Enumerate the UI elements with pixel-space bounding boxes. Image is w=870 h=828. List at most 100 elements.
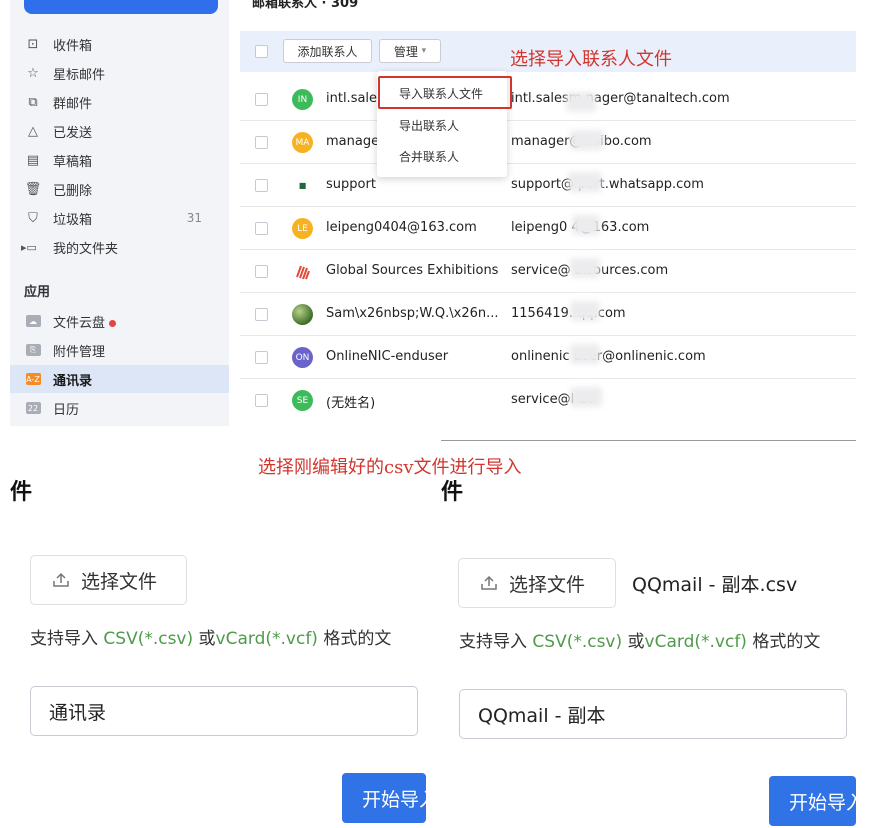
row-checkbox[interactable] — [255, 351, 268, 364]
table-row[interactable]: MA manage manager@ ssibo.com — [240, 121, 856, 164]
contacts-icon: A-Z — [25, 373, 41, 385]
redaction-blur — [570, 258, 600, 278]
table-row[interactable]: Sam\x26nbsp;W.Q.\x26n... 1156419. qq.com — [240, 293, 856, 336]
hint-prefix: 支持导入 — [459, 632, 533, 652]
table-row[interactable]: ON OnlineNIC-enduser onlinenic user@onli… — [240, 336, 856, 379]
trash-icon: 🗑 — [24, 181, 42, 197]
drafts-icon: ▤ — [26, 152, 40, 168]
highlight-box — [378, 76, 512, 109]
sidebar-item-label: 群邮件 — [53, 96, 93, 112]
choose-file-label: 选择文件 — [81, 570, 158, 593]
contact-name: support — [326, 177, 376, 192]
contact-name: intl.sales — [326, 91, 384, 106]
right-group-name-input[interactable]: QQmail - 副本 — [459, 689, 847, 739]
left-choose-file-button[interactable]: 选择文件 — [30, 555, 187, 605]
left-format-hint: 支持导入 CSV(*.csv) 或vCard(*.vcf) 格式的文 — [30, 624, 428, 649]
contact-name: manage — [326, 134, 380, 149]
hint-or: 或 — [193, 629, 216, 649]
avatar: IN — [292, 89, 313, 110]
sidebar-item-label: 我的文件夹 — [53, 241, 119, 257]
compose-button[interactable] — [24, 0, 218, 14]
sidebar-item-sent[interactable]: △ 已发送 — [10, 117, 229, 145]
sidebar-item-cloud-drive[interactable]: ☁ 文件云盘 — [10, 307, 229, 335]
spam-count: 31 — [186, 211, 202, 225]
menu-item-export-contacts[interactable]: 导出联系人 — [399, 117, 459, 134]
sidebar-item-deleted[interactable]: 🗑 已删除 — [10, 175, 229, 203]
group-mail-icon: ⧉ — [28, 94, 38, 110]
sidebar-item-starred[interactable]: ☆ 星标邮件 — [10, 59, 229, 87]
contact-name: (无姓名) — [326, 396, 376, 411]
annotation-select-import: 选择导入联系人文件 — [510, 49, 672, 70]
calendar-icon: 22 — [24, 399, 42, 417]
table-row[interactable]: Global Sources Exhibitions service@ also… — [240, 250, 856, 293]
right-choose-file-button[interactable]: 选择文件 — [458, 558, 616, 608]
sidebar-item-label: 垃圾箱 — [53, 212, 93, 228]
upload-icon — [51, 571, 71, 589]
avatar: MA — [292, 132, 313, 153]
sidebar: ⊡ 收件箱 ☆ 星标邮件 ⧉ 群邮件 △ 已发送 ▤ 草稿箱 🗑 已删除 ⛉ 垃… — [10, 0, 229, 426]
row-checkbox[interactable] — [255, 308, 268, 321]
table-row[interactable]: ■ support support@ port.whatsapp.com — [240, 164, 856, 207]
sidebar-item-drafts[interactable]: ▤ 草稿箱 — [10, 146, 229, 174]
table-row[interactable]: IN intl.sales intl.salesm nager@tanaltec… — [240, 78, 856, 121]
left-group-name-input[interactable]: 通讯录 — [30, 686, 418, 736]
hint-prefix: 支持导入 — [30, 629, 104, 649]
sidebar-item-calendar[interactable]: 22 日历 — [10, 394, 229, 422]
star-icon: ☆ — [27, 65, 39, 81]
select-all-checkbox[interactable] — [255, 45, 268, 58]
avatar: SE — [292, 390, 313, 411]
table-row[interactable]: SE (无姓名) service@l de — [240, 379, 856, 422]
manage-button[interactable]: 管理 ▾ — [379, 39, 441, 63]
right-start-import-button[interactable]: 开始导入 — [769, 776, 856, 826]
row-checkbox[interactable] — [255, 93, 268, 106]
avatar: ■ — [292, 175, 313, 196]
sidebar-item-spam[interactable]: ⛉ 垃圾箱 31 — [10, 204, 229, 232]
hint-or: 或 — [622, 632, 645, 652]
row-checkbox[interactable] — [255, 222, 268, 235]
annotation-select-csv: 选择刚编辑好的csv文件进行导入 — [258, 457, 522, 478]
row-checkbox[interactable] — [255, 394, 268, 407]
csv-format-text: CSV(*.csv) — [532, 632, 623, 652]
sidebar-item-my-folders[interactable]: ▸▭ 我的文件夹 — [10, 233, 229, 261]
sidebar-item-label: 已发送 — [53, 125, 93, 141]
spam-icon: ⛉ — [28, 210, 38, 226]
redaction-blur — [568, 172, 602, 192]
sidebar-item-label: 附件管理 — [53, 344, 106, 360]
table-row[interactable]: LE leipeng0404@163.com leipeng0 4@163.co… — [240, 207, 856, 250]
add-contact-button[interactable]: 添加联系人 — [283, 39, 372, 63]
redaction-blur — [570, 130, 604, 150]
hint-suffix: 格式的文 — [746, 632, 821, 652]
selected-file-name: QQmail - 副本.csv — [632, 574, 798, 596]
contact-name: Global Sources Exhibitions — [326, 263, 499, 278]
left-form-title: 件 — [10, 480, 33, 505]
redaction-blur — [570, 301, 600, 321]
sidebar-item-label: 文件云盘 — [53, 315, 106, 331]
contacts-panel-title: 邮箱联系人 · 309 — [252, 0, 359, 11]
row-checkbox[interactable] — [255, 179, 268, 192]
folder-icon: ▸▭ — [21, 240, 37, 254]
sidebar-item-attachments[interactable]: ⎘ 附件管理 — [10, 336, 229, 364]
apps-section-title: 应用 — [24, 285, 51, 300]
vcard-format-text: vCard(*.vcf) — [215, 629, 318, 649]
menu-item-merge-contacts[interactable]: 合并联系人 — [399, 148, 459, 165]
contact-email: onlinenic user@onlinenic.com — [511, 349, 706, 364]
photo-avatar-icon — [292, 304, 313, 325]
contact-name: Sam\x26nbsp;W.Q.\x26n... — [326, 306, 499, 321]
sidebar-item-group-mail[interactable]: ⧉ 群邮件 — [10, 88, 229, 116]
row-checkbox[interactable] — [255, 136, 268, 149]
row-checkbox[interactable] — [255, 265, 268, 278]
sidebar-item-contacts[interactable]: A-Z 通讯录 — [10, 365, 229, 393]
right-format-hint: 支持导入 CSV(*.csv) 或vCard(*.vcf) 格式的文 — [459, 627, 856, 652]
divider — [441, 440, 856, 441]
right-form-title: 件 — [441, 480, 464, 505]
redaction-blur — [570, 387, 602, 407]
sidebar-item-inbox[interactable]: ⊡ 收件箱 — [10, 30, 229, 58]
left-start-import-button[interactable]: 开始导入 — [342, 773, 426, 823]
vcard-format-text: vCard(*.vcf) — [644, 632, 747, 652]
csv-format-text: CSV(*.csv) — [103, 629, 194, 649]
sidebar-item-label: 通讯录 — [53, 373, 93, 389]
contact-email: support@ port.whatsapp.com — [511, 177, 704, 192]
avatar: LE — [292, 218, 313, 239]
sent-icon: △ — [28, 123, 38, 139]
redaction-blur — [566, 92, 596, 112]
